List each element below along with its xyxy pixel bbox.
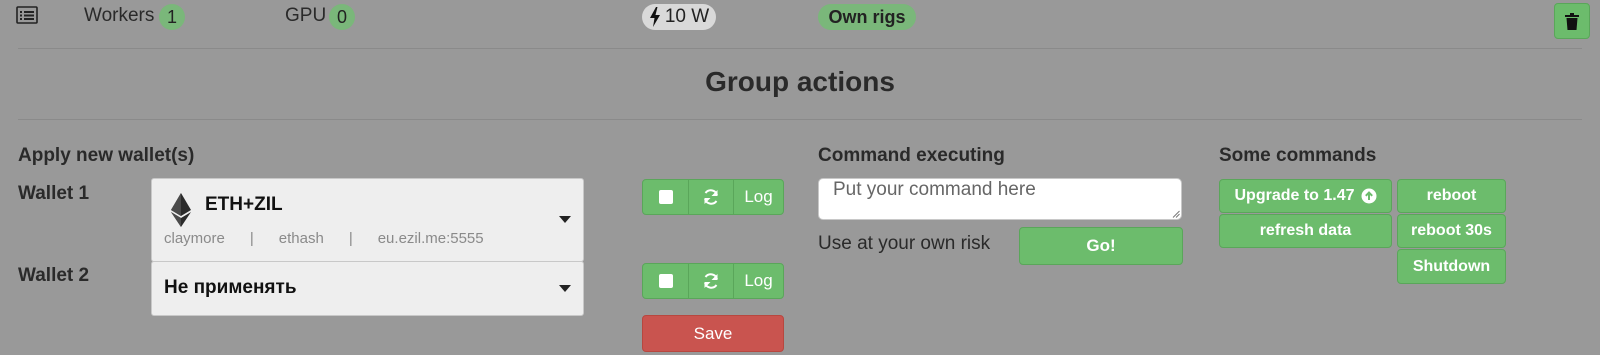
upgrade-button[interactable]: Upgrade to 1.47 [1219,179,1392,213]
save-button[interactable]: Save [642,315,784,352]
go-button[interactable]: Go! [1019,227,1183,265]
command-heading: Command executing [818,145,1005,166]
resize-handle-icon[interactable] [1172,210,1180,218]
risk-warning: Use at your own risk [818,233,991,254]
gpu-label: GPU [285,5,327,26]
wallet-2-refresh-button[interactable] [688,264,733,298]
wallet-1-log-button[interactable]: Log [733,180,783,214]
apply-wallets-heading: Apply new wallet(s) [18,145,195,166]
wallet-2-value: Не применять [164,277,297,298]
power-value: 10 W [664,6,710,27]
workers-count-badge: 1 [159,4,185,30]
wallet-1-refresh-button[interactable] [688,180,733,214]
shutdown-button[interactable]: Shutdown [1397,249,1506,284]
power-badge: 10 W [642,4,716,30]
wallet-2-select[interactable]: Не применять [151,261,584,316]
wallet-1-coin: ETH+ZIL [205,194,283,215]
wallet-2-log-button[interactable]: Log [733,264,783,298]
wallet-1-miner: claymore [164,230,225,247]
wallet-2-label: Wallet 2 [18,265,90,286]
divider-top [18,48,1582,49]
arrow-up-circle-icon [1361,188,1377,204]
reboot-button[interactable]: reboot [1397,179,1506,213]
upgrade-label: Upgrade to 1.47 [1234,187,1355,204]
separator: | [249,230,254,247]
bolt-icon [649,7,660,27]
refresh-icon [704,189,718,205]
own-rigs-badge: Own rigs [818,4,916,30]
delete-button[interactable] [1554,3,1590,39]
command-input[interactable] [818,178,1182,220]
separator: | [348,230,353,247]
page-title: Group actions [705,66,895,97]
wallet-1-pool: eu.ezil.me:5555 [377,230,484,247]
ethereum-icon [171,193,191,227]
wallet-1-checkbox[interactable] [643,180,688,214]
list-icon[interactable] [16,6,38,24]
gpu-count-badge: 0 [329,4,355,30]
wallet-2-actions: Log [642,263,784,299]
checkbox-icon [658,190,673,204]
checkbox-icon [658,274,673,288]
divider-middle [18,119,1582,120]
wallet-1-select[interactable]: ETH+ZIL claymore | ethash | eu.ezil.me:5… [151,178,584,262]
wallet-2-checkbox[interactable] [643,264,688,298]
wallet-1-algo: ethash [278,230,324,247]
refresh-icon [704,273,718,289]
wallet-1-label: Wallet 1 [18,183,90,204]
some-commands-heading: Some commands [1219,145,1377,166]
chevron-down-icon[interactable] [559,216,571,223]
wallet-1-actions: Log [642,179,784,215]
trash-icon [1565,12,1579,30]
wallet-1-details: claymore | ethash | eu.ezil.me:5555 [164,230,484,247]
refresh-data-button[interactable]: refresh data [1219,214,1392,248]
reboot-30s-button[interactable]: reboot 30s [1397,214,1506,248]
workers-label: Workers [84,5,155,26]
chevron-down-icon[interactable] [559,285,571,292]
